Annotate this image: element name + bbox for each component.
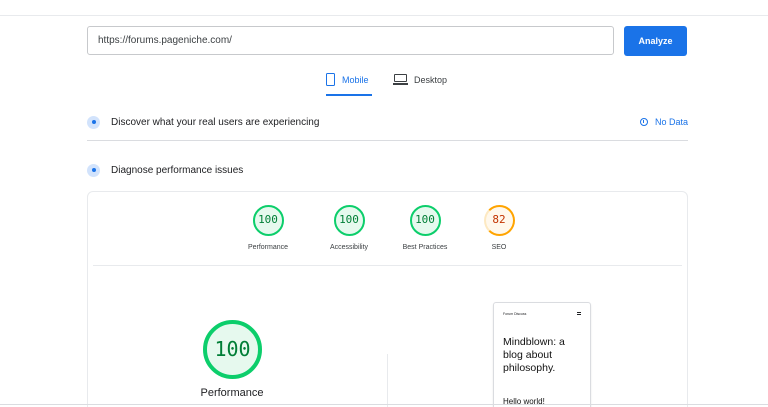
page-screenshot-preview: Forum Discuss Mindblown: a blog about ph… — [493, 302, 591, 407]
gauge-performance[interactable]: 100 Performance — [228, 205, 308, 251]
no-data-link[interactable]: No Data — [639, 117, 688, 127]
no-data-label: No Data — [654, 117, 688, 127]
performance-score-gauge: 100 — [203, 320, 262, 379]
gauges-divider — [93, 265, 682, 266]
field-data-heading: Discover what your real users are experi… — [111, 116, 320, 128]
lab-data-heading: Diagnose performance issues — [111, 164, 244, 176]
score-gauges: 100 Performance 100 Accessibility 100 Be… — [87, 205, 688, 255]
gauge-best-practices[interactable]: 100 Best Practices — [385, 205, 465, 251]
field-data-section: Discover what your real users are experi… — [87, 112, 688, 132]
gauge-label: Best Practices — [402, 244, 448, 251]
top-bar — [0, 0, 768, 16]
users-icon — [87, 115, 100, 129]
hamburger-menu-icon — [577, 312, 581, 315]
bottom-divider — [0, 404, 768, 405]
analyze-button[interactable]: Analyze — [624, 26, 687, 56]
preview-site-name: Forum Discuss — [503, 312, 527, 316]
score-circle: 100 — [409, 205, 441, 236]
tab-mobile[interactable]: Mobile — [326, 72, 372, 96]
tab-desktop[interactable]: Desktop — [393, 72, 454, 96]
section-divider — [87, 140, 688, 141]
url-input[interactable] — [87, 26, 614, 55]
score-circle: 100 — [333, 205, 365, 236]
gauge-label: SEO — [491, 244, 507, 251]
lab-data-section: Diagnose performance issues — [87, 160, 688, 180]
diagnose-icon — [87, 163, 100, 177]
pagespeed-page: Analyze Mobile Desktop Discover what you… — [0, 0, 768, 407]
gauge-accessibility[interactable]: 100 Accessibility — [309, 205, 389, 251]
tab-desktop-label: Desktop — [414, 75, 448, 85]
info-icon — [639, 118, 648, 126]
score-circle: 82 — [483, 205, 515, 236]
performance-score-label: Performance — [200, 387, 264, 399]
desktop-monitor-icon — [393, 74, 408, 85]
preview-headline: Mindblown: a blog about philosophy. — [503, 336, 565, 374]
score-circle: 100 — [252, 205, 284, 236]
mobile-phone-icon — [326, 73, 335, 86]
tab-mobile-label: Mobile — [342, 75, 369, 85]
gauge-seo[interactable]: 82 SEO — [459, 205, 539, 251]
gauge-label: Performance — [247, 244, 289, 251]
vertical-divider — [387, 354, 388, 407]
gauge-label: Accessibility — [329, 244, 369, 251]
